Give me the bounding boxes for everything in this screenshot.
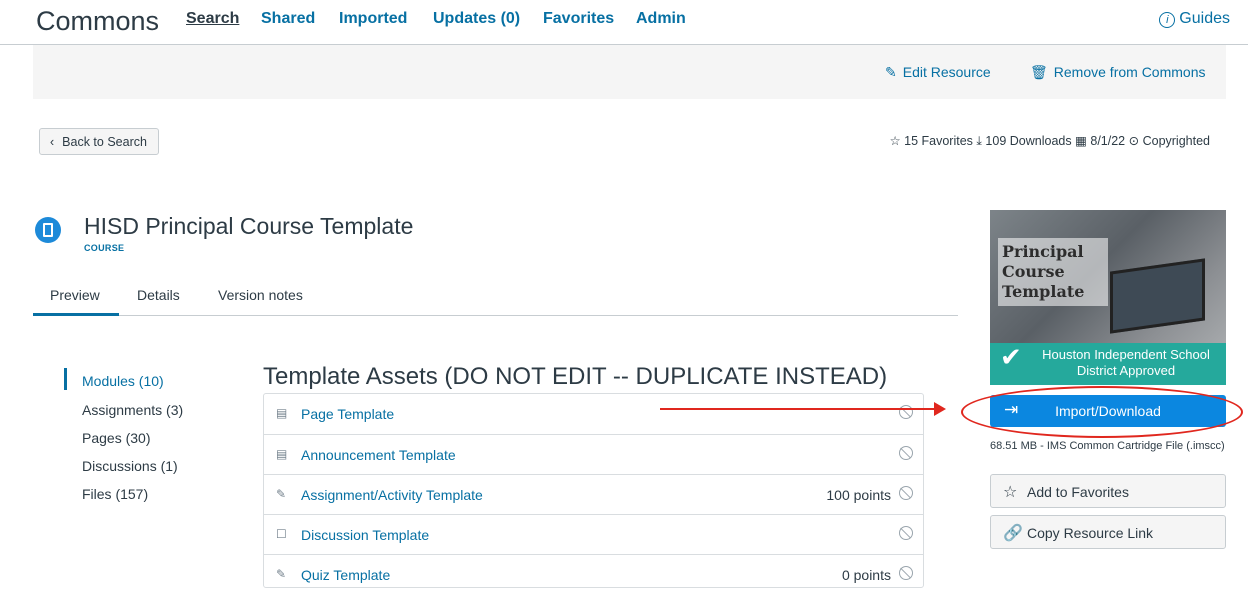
nav-imported[interactable]: Imported	[339, 10, 407, 28]
unpublished-icon[interactable]	[899, 566, 913, 580]
sidebar-item-discussions[interactable]: Discussions (1)	[82, 458, 178, 474]
assignment-icon: ✎	[276, 487, 287, 501]
guides-label: Guides	[1179, 10, 1230, 27]
module-item[interactable]: ▤ Announcement Template	[264, 434, 923, 474]
edit-resource-label: Edit Resource	[902, 64, 991, 80]
module-item-label[interactable]: Quiz Template	[301, 567, 390, 583]
annotation-arrowhead	[934, 402, 946, 416]
remove-from-commons-button[interactable]: 🗑 Remove from Commons	[1030, 64, 1205, 81]
resource-thumbnail: Principal Course Template ✔ Houston Inde…	[990, 210, 1226, 385]
active-tab-indicator	[33, 313, 119, 316]
nav-shared[interactable]: Shared	[261, 10, 315, 28]
calendar-icon: ▦	[1075, 134, 1087, 148]
pencil-icon: ✎	[885, 64, 897, 80]
approved-label: Houston Independent School District Appr…	[1042, 347, 1210, 378]
module-items: ▤ Page Template ▤ Announcement Template …	[263, 393, 924, 588]
module-item[interactable]: ▤ Page Template	[264, 394, 923, 434]
unpublished-icon[interactable]	[899, 526, 913, 540]
action-bar: ✎ Edit Resource 🗑 Remove from Commons	[33, 45, 1226, 99]
sidebar-item-modules[interactable]: Modules (10)	[82, 373, 164, 389]
page-icon: ▤	[276, 447, 288, 461]
add-to-favorites-button[interactable]: ☆ Add to Favorites	[990, 474, 1226, 508]
sidebar-item-assignments[interactable]: Assignments (3)	[82, 402, 183, 418]
nav-favorites[interactable]: Favorites	[543, 10, 614, 28]
page-icon: ▤	[276, 406, 288, 420]
checkmark-icon: ✔	[1000, 342, 1022, 372]
discussion-icon: ☐	[276, 527, 287, 541]
sidebar-active-indicator	[64, 368, 67, 390]
chevron-left-icon: ‹	[50, 135, 55, 149]
remove-label: Remove from Commons	[1053, 64, 1206, 80]
edit-resource-button[interactable]: ✎ Edit Resource	[885, 64, 991, 81]
back-label: Back to Search	[62, 135, 147, 149]
module-item-points: 100 points	[826, 487, 891, 503]
unpublished-icon[interactable]	[899, 486, 913, 500]
module-item-label[interactable]: Assignment/Activity Template	[301, 487, 483, 503]
resource-title: HISD Principal Course Template	[84, 213, 414, 239]
nav-admin[interactable]: Admin	[636, 10, 686, 28]
download-icon: ⤓	[976, 134, 982, 148]
file-meta: 68.51 MB - IMS Common Cartridge File (.i…	[990, 440, 1225, 452]
back-to-search-button[interactable]: ‹ Back to Search	[39, 128, 159, 155]
copyright-icon: ⊙	[1128, 134, 1140, 148]
laptop-image	[1110, 258, 1205, 334]
course-icon	[35, 217, 61, 243]
license-label: Copyrighted	[1142, 134, 1210, 148]
resource-meta: ☆ 15 Favorites ⤓ 109 Downloads ▦ 8/1/22 …	[889, 133, 1210, 149]
favorites-count: 15 Favorites	[904, 134, 973, 148]
module-item-points: 0 points	[841, 567, 891, 583]
tab-details[interactable]: Details	[137, 287, 180, 303]
unpublished-icon[interactable]	[899, 446, 913, 460]
trash-icon: 🗑	[1030, 64, 1048, 80]
guides-link[interactable]: i Guides	[1159, 10, 1230, 28]
downloads-count: 109 Downloads	[985, 134, 1072, 148]
tab-preview[interactable]: Preview	[50, 287, 100, 303]
info-icon: i	[1159, 12, 1176, 28]
quiz-icon: ✎	[276, 567, 287, 581]
approved-banner: ✔ Houston Independent School District Ap…	[990, 343, 1226, 385]
module-item[interactable]: ✎ Quiz Template 0 points	[264, 554, 923, 594]
sidebar-item-pages[interactable]: Pages (30)	[82, 430, 150, 446]
link-icon: 🔗	[1003, 525, 1023, 542]
nav-search[interactable]: Search	[186, 10, 239, 28]
module-item-label[interactable]: Announcement Template	[301, 447, 456, 463]
module-title: Template Assets (DO NOT EDIT -- DUPLICAT…	[263, 363, 888, 390]
tab-version-notes[interactable]: Version notes	[218, 287, 303, 303]
star-icon: ☆	[889, 134, 901, 148]
favorite-label: Add to Favorites	[1027, 484, 1129, 500]
module-item[interactable]: ✎ Assignment/Activity Template 100 point…	[264, 474, 923, 514]
annotation-arrow	[660, 408, 938, 410]
thumbnail-text: Principal Course Template	[998, 238, 1108, 306]
copy-resource-link-button[interactable]: 🔗 Copy Resource Link	[990, 515, 1226, 549]
resource-type: COURSE	[84, 243, 125, 253]
copy-label: Copy Resource Link	[1027, 525, 1154, 541]
module-item[interactable]: ☐ Discussion Template	[264, 514, 923, 554]
annotation-circle	[961, 386, 1243, 438]
sidebar-item-files[interactable]: Files (157)	[82, 486, 148, 502]
module-item-label[interactable]: Discussion Template	[301, 527, 429, 543]
module-item-label[interactable]: Page Template	[301, 406, 394, 422]
star-icon: ☆	[1003, 484, 1018, 501]
updated-date: 8/1/22	[1090, 134, 1126, 148]
commons-logo[interactable]: Commons	[36, 6, 159, 37]
tabs-divider	[33, 315, 958, 316]
nav-updates[interactable]: Updates (0)	[433, 10, 520, 28]
